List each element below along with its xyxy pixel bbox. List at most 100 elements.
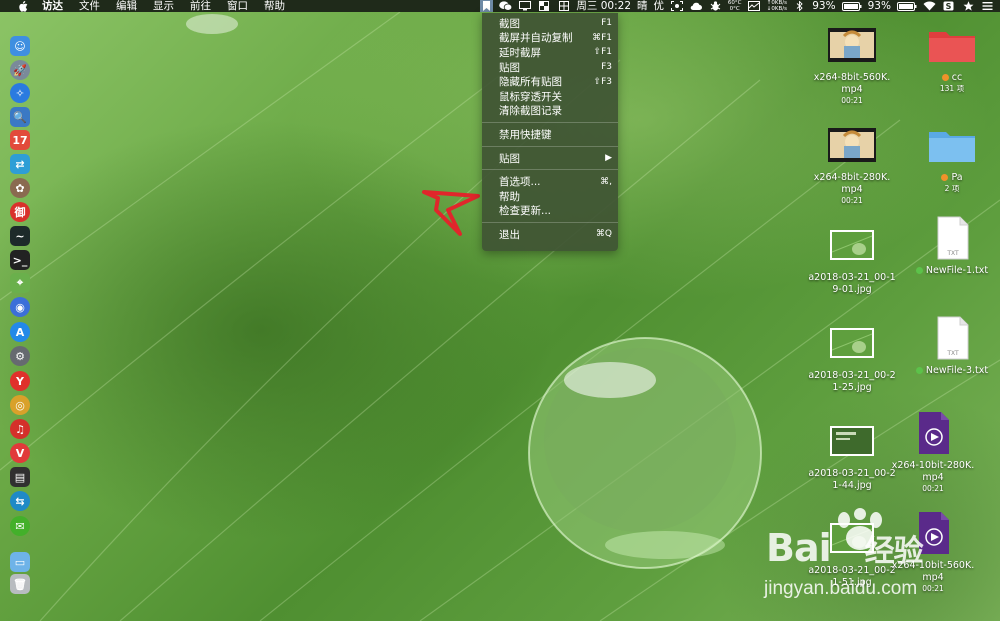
input-method-label[interactable]: 优 bbox=[654, 0, 665, 12]
file-name-label: NewFile-1.txt bbox=[907, 265, 997, 277]
window-layout-icon[interactable] bbox=[538, 0, 551, 12]
downloads-folder-icon[interactable]: ▭ bbox=[10, 552, 30, 572]
apple-logo-icon[interactable] bbox=[18, 0, 32, 12]
chrome-icon[interactable]: ◎ bbox=[10, 395, 30, 415]
battery-percent-1[interactable]: 93% bbox=[812, 0, 835, 12]
file-name-label: a2018-03-21_00-2 bbox=[808, 370, 896, 381]
menu-edit[interactable]: 编辑 bbox=[116, 0, 137, 12]
safari-icon[interactable]: ✧ bbox=[10, 83, 30, 103]
video-file-item[interactable]: x264-8bit-280K. mp4 00:21 bbox=[807, 122, 897, 206]
text-file-item[interactable]: TXT NewFile-3.txt bbox=[907, 315, 997, 377]
image-file-item[interactable]: a2018-03-21_00-2 1-25.jpg bbox=[807, 320, 897, 394]
file-name-label-line2: mp4 bbox=[841, 84, 863, 95]
blue-folder-icon bbox=[929, 132, 975, 162]
wechat-tray-icon[interactable] bbox=[499, 0, 513, 12]
s-app-icon[interactable]: S bbox=[942, 0, 955, 12]
app-store-icon[interactable]: A bbox=[10, 322, 30, 342]
file-name-label-line2: 1-44.jpg bbox=[832, 480, 872, 491]
weather-text[interactable]: 晴 bbox=[637, 0, 648, 12]
bartender-icon[interactable] bbox=[557, 0, 570, 12]
file-info-label: 00:21 bbox=[922, 484, 944, 493]
dock: ☺ 🚀 ✧ 🔍 17 ⇄ ✿ 御 ~ >_ ⌖ ◉ A ⚙ Y ◎ ♫ V ▤ ⇆ ✉ ▭ 🗑 bbox=[6, 32, 34, 602]
shortcut-label: ⇧F3 bbox=[593, 76, 612, 87]
wifi-icon[interactable] bbox=[923, 0, 936, 12]
preview-icon[interactable]: 🔍 bbox=[10, 107, 30, 127]
wechat-icon[interactable]: ✉ bbox=[10, 516, 30, 536]
shortcut-label: ⌘, bbox=[600, 176, 612, 187]
console-icon[interactable]: ▤ bbox=[10, 467, 30, 487]
maps-icon[interactable]: ⌖ bbox=[10, 273, 30, 293]
terminal-icon[interactable]: >_ bbox=[10, 250, 30, 270]
cloud-upload-icon[interactable] bbox=[689, 0, 702, 12]
netease-music-icon[interactable]: ♫ bbox=[10, 419, 30, 439]
launchpad-icon[interactable]: 🚀 bbox=[10, 60, 30, 80]
menu-item-preferences[interactable]: 首选项... ⌘, bbox=[482, 174, 618, 189]
bug-icon[interactable] bbox=[709, 0, 722, 12]
red-arrow-annotation bbox=[422, 190, 480, 236]
menu-item-quit[interactable]: 退出 ⌘Q bbox=[482, 227, 618, 242]
menu-item-screenshot[interactable]: 截图 F1 bbox=[482, 16, 618, 31]
vivaldi-icon[interactable]: V bbox=[10, 443, 30, 463]
teamviewer-icon[interactable]: ⇆ bbox=[10, 491, 30, 511]
menu-item-hide-pins[interactable]: 隐藏所有贴图 ⇧F3 bbox=[482, 74, 618, 89]
menu-window[interactable]: 窗口 bbox=[227, 0, 248, 12]
image-file-item[interactable]: a2018-03-21_00-1 9-01.jpg bbox=[807, 222, 897, 296]
tag-dot-icon bbox=[915, 267, 923, 274]
finder-icon[interactable]: ☺ bbox=[10, 36, 30, 56]
screen-capture-icon[interactable] bbox=[670, 0, 683, 12]
shortcut-label: ⌘Q bbox=[595, 229, 612, 240]
menu-go[interactable]: 前往 bbox=[190, 0, 211, 12]
display-icon[interactable] bbox=[519, 0, 532, 12]
snip-dropdown-menu: 截图 F1 截屏并自动复制 ⌘F1 延时截屏 ⇧F1 贴图 F3 隐藏所有贴图 ⇧F3 鼠… bbox=[482, 13, 618, 251]
menu-item-clear-history[interactable]: 清除截图记录 bbox=[482, 104, 618, 119]
status-area: 周三 00:22 晴 优 60°C 0°C ↑0KB/s ↓0KB/s 93% bbox=[480, 0, 1000, 12]
folder-item[interactable]: cc 131 项 bbox=[907, 22, 997, 94]
siri-icon[interactable]: ◉ bbox=[10, 297, 30, 317]
menu-item-delayed-screenshot[interactable]: 延时截屏 ⇧F1 bbox=[482, 45, 618, 60]
calendar-icon[interactable]: 17 bbox=[10, 130, 30, 150]
video-file-item[interactable]: x264-8bit-560K. mp4 00:21 bbox=[807, 22, 897, 106]
menu-separator bbox=[482, 122, 618, 124]
folder-item[interactable]: Pa 2 项 bbox=[907, 122, 997, 194]
bluetooth-icon[interactable] bbox=[793, 0, 806, 12]
system-preferences-icon[interactable]: ⚙ bbox=[10, 346, 30, 366]
menu-item-pin[interactable]: 贴图 F3 bbox=[482, 60, 618, 75]
migration-icon[interactable]: ⇄ bbox=[10, 154, 30, 174]
trash-icon[interactable]: 🗑 bbox=[10, 574, 30, 594]
photos-icon[interactable]: ✿ bbox=[10, 178, 30, 198]
snip-tray-icon[interactable] bbox=[480, 0, 494, 12]
file-info-label: 131 项 bbox=[939, 84, 965, 93]
menu-item-check-updates[interactable]: 检查更新... bbox=[482, 204, 618, 219]
temperature-readout[interactable]: 60°C 0°C bbox=[728, 0, 742, 12]
video-file-item[interactable]: x264-10bit-280K. mp4 00:21 bbox=[888, 410, 978, 494]
monitor-graph-icon[interactable] bbox=[747, 0, 761, 12]
weibo-icon[interactable]: 御 bbox=[10, 202, 30, 222]
menu-item-disable-shortcuts[interactable]: 禁用快捷键 bbox=[482, 127, 618, 142]
tag-dot-icon bbox=[915, 367, 923, 374]
file-name-label: a2018-03-21_00-2 bbox=[808, 468, 896, 479]
battery-percent-2[interactable]: 93% bbox=[868, 0, 891, 12]
battery-icon-2[interactable] bbox=[896, 0, 917, 12]
star-icon[interactable] bbox=[961, 0, 974, 12]
menu-help[interactable]: 帮助 bbox=[264, 0, 285, 12]
image-file-item[interactable]: a2018-03-21_00-2 1-44.jpg bbox=[807, 418, 897, 492]
notification-center-icon[interactable] bbox=[981, 0, 994, 12]
menu-item-mouse-passthrough[interactable]: 鼠标穿透开关 bbox=[482, 89, 618, 104]
activity-monitor-icon[interactable]: ~ bbox=[10, 226, 30, 246]
menu-item-screenshot-copy[interactable]: 截屏并自动复制 ⌘F1 bbox=[482, 31, 618, 46]
file-name-label: x264-8bit-280K. bbox=[813, 172, 891, 183]
text-file-item[interactable]: TXT NewFile-1.txt bbox=[907, 215, 997, 277]
menu-finder[interactable]: 访达 bbox=[42, 0, 63, 12]
clock[interactable]: 周三 00:22 bbox=[576, 0, 631, 12]
menu-item-help[interactable]: 帮助 bbox=[482, 189, 618, 204]
file-name-label-line2: mp4 bbox=[922, 472, 944, 483]
yandex-icon[interactable]: Y bbox=[10, 371, 30, 391]
file-name-label: a2018-03-21_00-1 bbox=[808, 272, 896, 283]
red-folder-icon bbox=[929, 32, 975, 62]
battery-icon[interactable] bbox=[841, 0, 862, 12]
menu-view[interactable]: 显示 bbox=[153, 0, 174, 12]
network-speed[interactable]: ↑0KB/s ↓0KB/s bbox=[767, 0, 787, 12]
menu-item-pin-submenu[interactable]: 贴图 ▶ bbox=[482, 151, 618, 166]
menu-file[interactable]: 文件 bbox=[79, 0, 100, 12]
file-name-label: x264-8bit-560K. bbox=[813, 72, 891, 83]
